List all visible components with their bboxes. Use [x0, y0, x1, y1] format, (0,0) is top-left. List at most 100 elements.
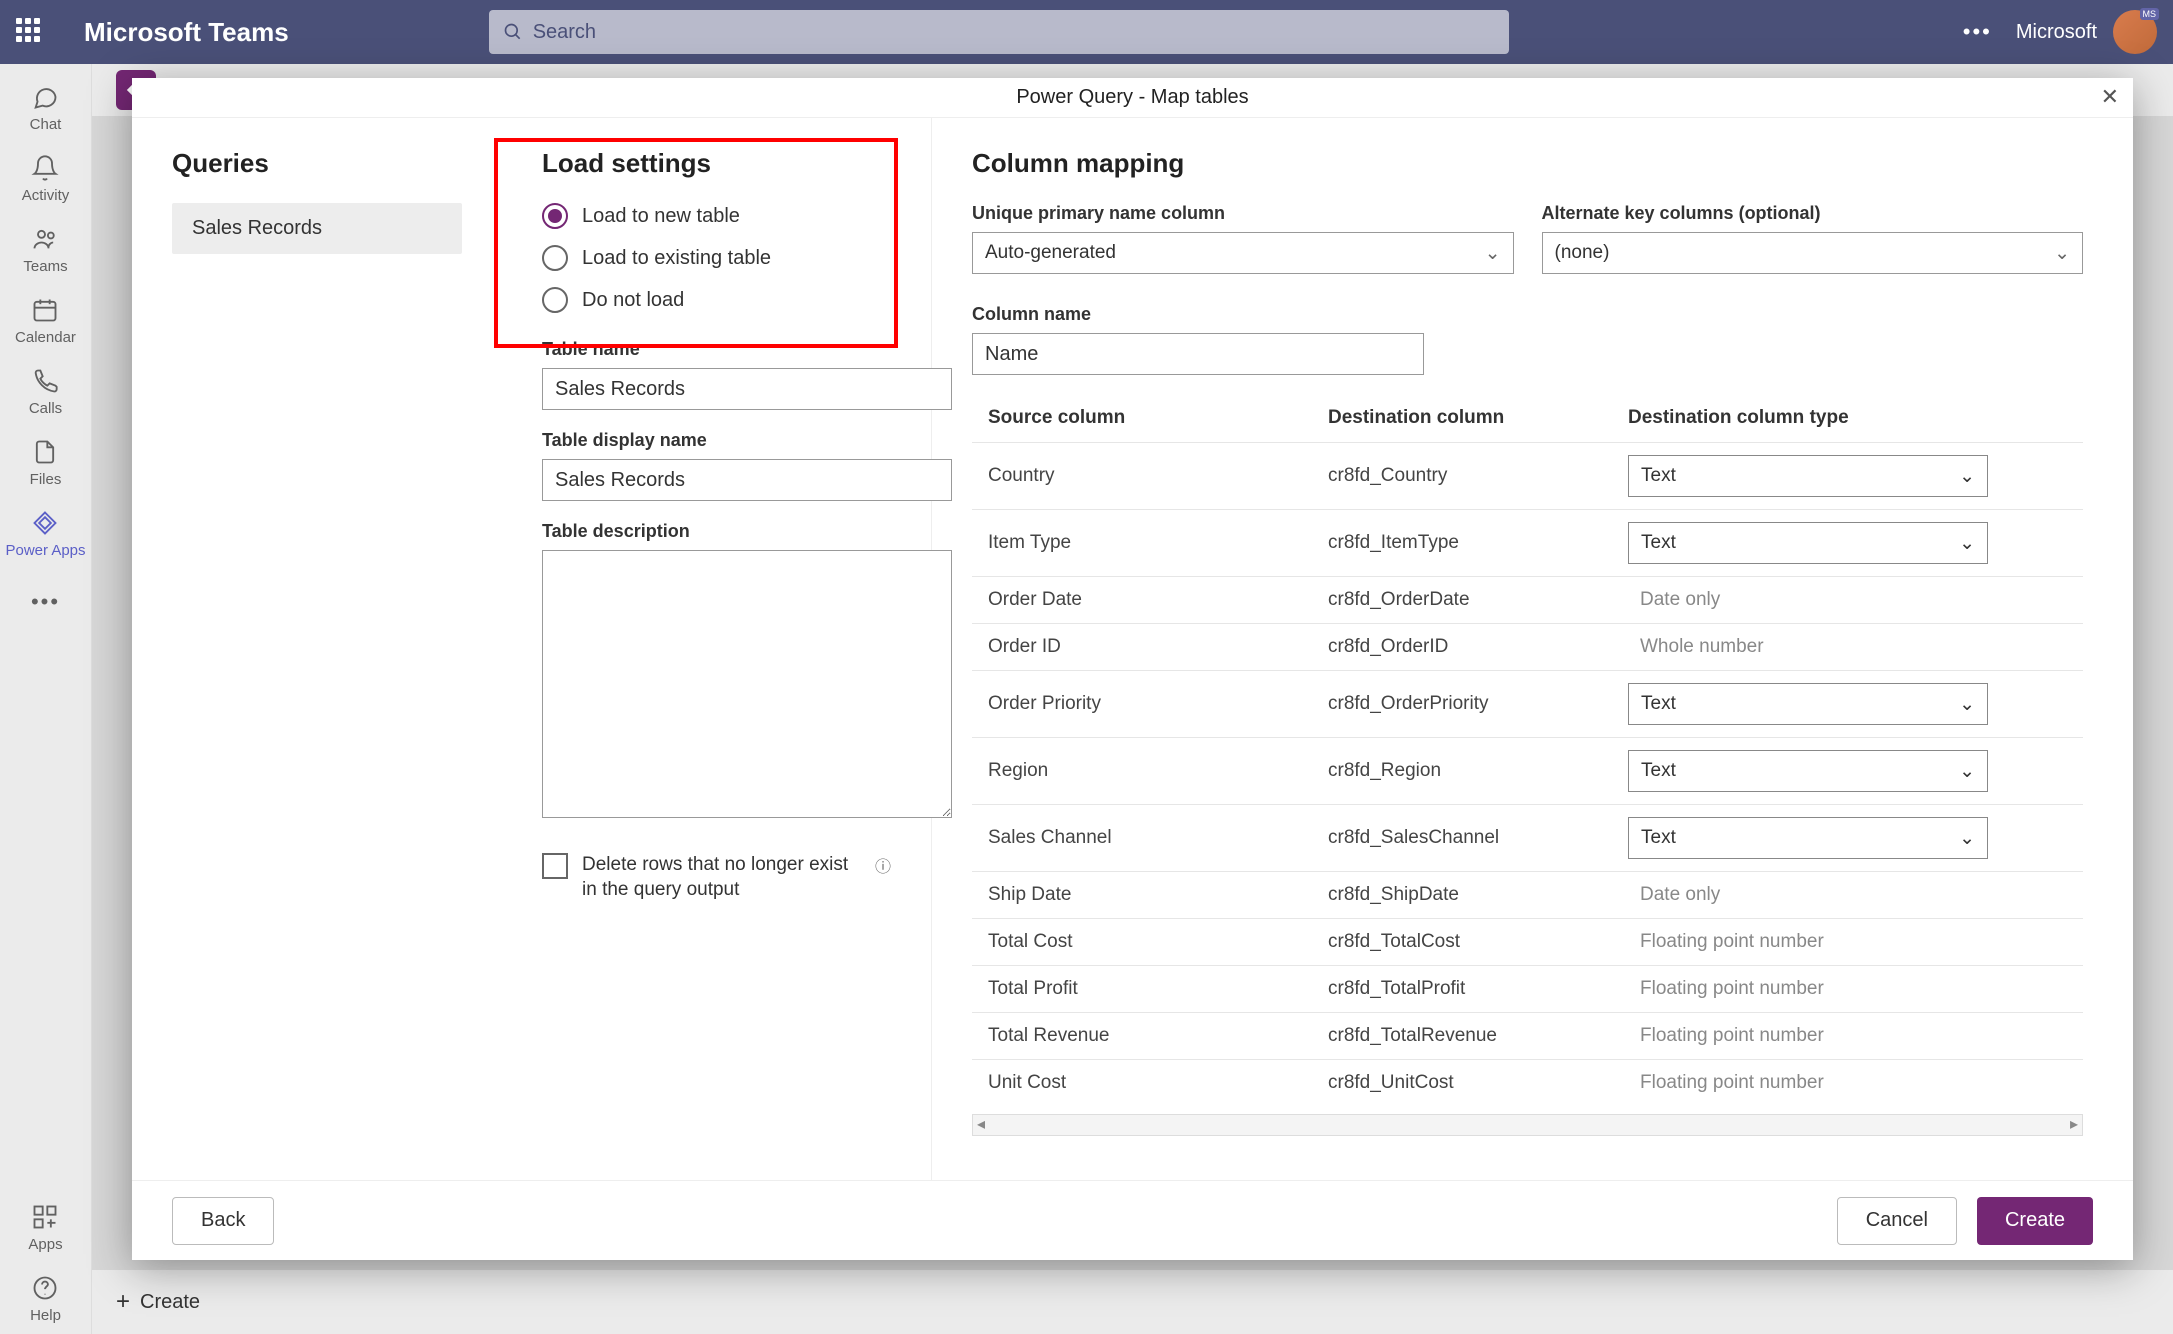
org-name[interactable]: Microsoft: [2016, 21, 2097, 44]
delete-rows-checkbox[interactable]: [542, 853, 568, 879]
rail-item-chat[interactable]: Chat: [5, 72, 85, 143]
type-select[interactable]: Text⌄: [1628, 522, 1988, 564]
search-input[interactable]: Search: [489, 10, 1509, 54]
left-rail: Chat Activity Teams Calendar CallsFiles Power…: [0, 64, 92, 1334]
mapping-heading: Column mapping: [972, 148, 2083, 179]
type-readonly: Floating point number: [1628, 1072, 1988, 1094]
app-title: Microsoft Teams: [84, 17, 289, 48]
chevron-down-icon: ⌄: [2054, 242, 2070, 265]
rail-item-files[interactable]: Files: [5, 427, 85, 498]
unique-select[interactable]: Auto-generated ⌄: [972, 232, 1514, 274]
source-col: Item Type: [988, 532, 1328, 554]
header-dest: Destination column: [1328, 407, 1628, 429]
map-tables-dialog: Power Query - Map tables ✕ Queries Sales…: [132, 78, 2133, 1260]
load-heading: Load settings: [542, 148, 891, 179]
type-select[interactable]: Text⌄: [1628, 750, 1988, 792]
type-select[interactable]: Text⌄: [1628, 455, 1988, 497]
rail-item-teams[interactable]: Teams: [5, 214, 85, 285]
source-col: Country: [988, 465, 1328, 487]
column-name-input[interactable]: [972, 333, 1424, 375]
create-button[interactable]: Create: [1977, 1197, 2093, 1245]
load-radio-0[interactable]: Load to new table: [542, 203, 891, 229]
mapping-row: Order Datecr8fd_OrderDateDate only: [972, 576, 2083, 623]
rail-label: Calendar: [15, 329, 76, 346]
avatar[interactable]: MS: [2113, 10, 2157, 54]
horizontal-scrollbar[interactable]: [972, 1114, 2083, 1136]
chevron-down-icon: ⌄: [1959, 465, 1975, 488]
table-desc-label: Table description: [542, 521, 891, 542]
table-display-input[interactable]: [542, 459, 952, 501]
query-item[interactable]: Sales Records: [172, 203, 462, 254]
rail-item-apps[interactable]: Apps: [28, 1192, 62, 1263]
mapping-row: Item Typecr8fd_ItemTypeText⌄: [972, 509, 2083, 576]
source-col: Sales Channel: [988, 827, 1328, 849]
rail-more-icon[interactable]: •••: [31, 589, 60, 615]
rail-item-help[interactable]: Help: [28, 1263, 62, 1334]
rail-label: Power Apps: [5, 542, 85, 559]
dest-col: cr8fd_OrderID: [1328, 636, 1628, 658]
rail-item-power-apps[interactable]: Power Apps: [5, 498, 85, 569]
load-radio-1[interactable]: Load to existing table: [542, 245, 891, 271]
dest-col: cr8fd_ShipDate: [1328, 884, 1628, 906]
mapping-table: Source column Destination column Destina…: [972, 395, 2083, 1136]
type-readonly: Date only: [1628, 884, 1988, 906]
dest-col: cr8fd_UnitCost: [1328, 1072, 1628, 1094]
calendar-icon: [31, 295, 59, 325]
rail-label: Chat: [30, 116, 62, 133]
source-col: Total Revenue: [988, 1025, 1328, 1047]
rail-label: Help: [30, 1307, 61, 1324]
load-settings-panel: Load settings Load to new table Load to e…: [502, 118, 932, 1180]
cancel-button[interactable]: Cancel: [1837, 1197, 1957, 1245]
column-mapping-panel: Column mapping Unique primary name colum…: [932, 118, 2133, 1180]
files-icon: [31, 437, 59, 467]
titlebar: Microsoft Teams Search ••• Microsoft MS: [0, 0, 2173, 64]
alternate-value: (none): [1555, 242, 1610, 264]
back-button[interactable]: Back: [172, 1197, 274, 1245]
waffle-icon[interactable]: [16, 18, 44, 46]
type-readonly: Date only: [1628, 589, 1988, 611]
more-icon[interactable]: •••: [1963, 19, 1992, 45]
dest-col: cr8fd_SalesChannel: [1328, 827, 1628, 849]
content-area: Power Apps HomeBuildAbout + Create Power…: [92, 64, 2173, 1334]
source-col: Ship Date: [988, 884, 1328, 906]
dest-col: cr8fd_TotalProfit: [1328, 978, 1628, 1000]
help-icon: [31, 1273, 59, 1303]
search-icon: [503, 22, 523, 42]
column-name-label: Column name: [972, 304, 1424, 325]
type-readonly: Floating point number: [1628, 931, 1988, 953]
alternate-select[interactable]: (none) ⌄: [1542, 232, 2084, 274]
dialog-footer: Back Cancel Create: [132, 1180, 2133, 1260]
delete-rows-label: Delete rows that no longer exist in the …: [582, 853, 865, 902]
source-col: Order Priority: [988, 693, 1328, 715]
type-select[interactable]: Text⌄: [1628, 817, 1988, 859]
source-col: Order ID: [988, 636, 1328, 658]
rail-item-calls[interactable]: Calls: [5, 356, 85, 427]
rail-item-calendar[interactable]: Calendar: [5, 285, 85, 356]
chevron-down-icon: ⌄: [1485, 242, 1501, 265]
radio-label: Do not load: [582, 289, 684, 312]
plus-icon[interactable]: +: [116, 1288, 130, 1316]
source-col: Region: [988, 760, 1328, 782]
load-radio-2[interactable]: Do not load: [542, 287, 891, 313]
chevron-down-icon: ⌄: [1959, 693, 1975, 716]
header-source: Source column: [988, 407, 1328, 429]
dest-col: cr8fd_Region: [1328, 760, 1628, 782]
radio-icon: [542, 203, 568, 229]
rail-label: Activity: [22, 187, 70, 204]
mapping-row: Total Costcr8fd_TotalCostFloating point …: [972, 918, 2083, 965]
calls-icon: [31, 366, 59, 396]
radio-icon: [542, 287, 568, 313]
info-icon[interactable]: ⓘ: [875, 853, 891, 877]
table-desc-input[interactable]: [542, 550, 952, 818]
create-link[interactable]: Create: [140, 1291, 200, 1314]
type-select[interactable]: Text⌄: [1628, 683, 1988, 725]
rail-label: Teams: [23, 258, 67, 275]
unique-value: Auto-generated: [985, 242, 1116, 264]
dialog-title-bar: Power Query - Map tables ✕: [132, 78, 2133, 118]
header-type: Destination column type: [1628, 407, 1988, 429]
table-name-input[interactable]: [542, 368, 952, 410]
close-icon[interactable]: ✕: [2101, 84, 2119, 110]
rail-item-activity[interactable]: Activity: [5, 143, 85, 214]
radio-icon: [542, 245, 568, 271]
source-col: Total Profit: [988, 978, 1328, 1000]
